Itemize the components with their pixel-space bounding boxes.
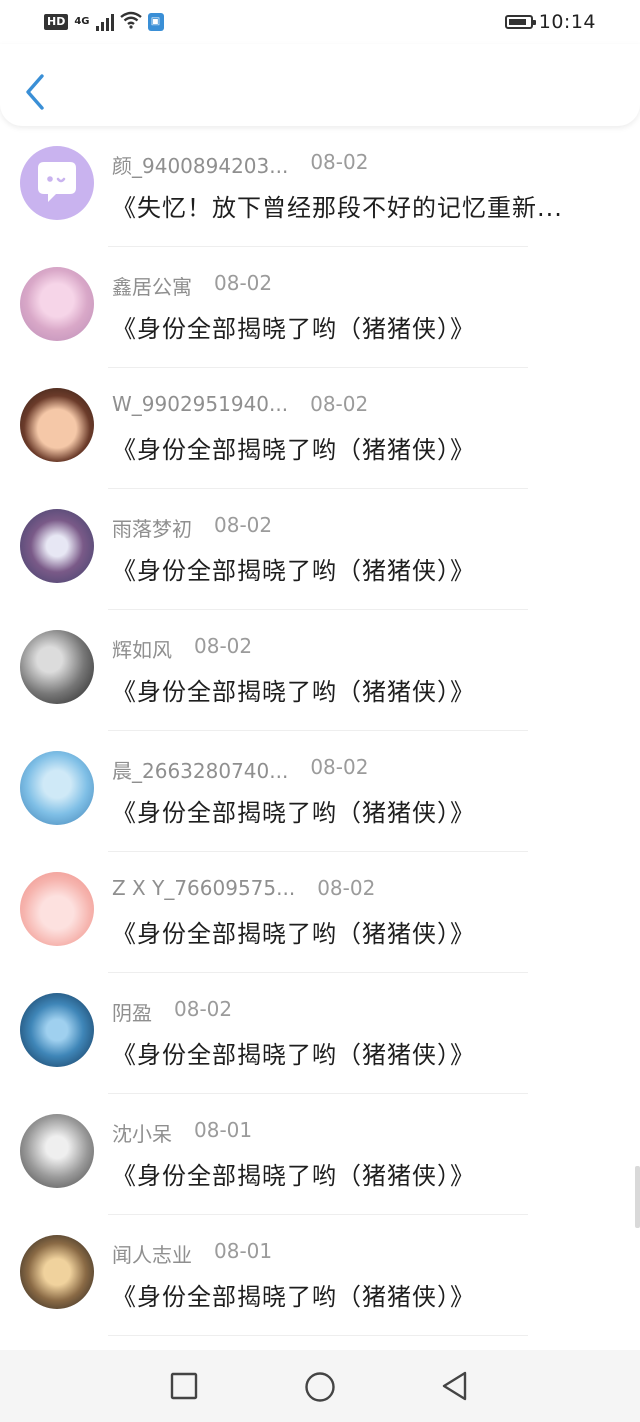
item-meta: 辉如风 08-02	[112, 634, 253, 663]
circle-home-icon	[305, 1372, 335, 1402]
avatar[interactable]	[20, 1114, 94, 1188]
vpn-icon: ▣	[147, 13, 164, 31]
status-left: HD 4G ▣	[44, 11, 164, 33]
item-meta: 闻人志业 08-01	[112, 1239, 273, 1268]
item-title[interactable]: 《身份全部揭晓了哟（猪猪侠）》	[112, 793, 602, 828]
item-meta: 晨_2663280740... 08-02	[112, 755, 369, 784]
status-bar: HD 4G ▣ 10:14	[0, 0, 640, 44]
avatar[interactable]	[20, 146, 94, 220]
avatar[interactable]	[20, 509, 94, 583]
user-name[interactable]: 雨落梦初	[112, 513, 192, 542]
item-meta: 阴盈 08-02	[112, 997, 233, 1026]
divider	[108, 1335, 528, 1336]
item-title[interactable]: 《身份全部揭晓了哟（猪猪侠）》	[112, 1277, 602, 1312]
avatar[interactable]	[20, 388, 94, 462]
user-name[interactable]: 鑫居公寓	[112, 271, 192, 300]
item-title[interactable]: 《身份全部揭晓了哟（猪猪侠）》	[112, 309, 602, 344]
user-name[interactable]: 晨_2663280740...	[112, 755, 288, 784]
square-recent-apps-icon	[170, 1372, 198, 1400]
item-title[interactable]: 《身份全部揭晓了哟（猪猪侠）》	[112, 914, 602, 949]
post-date: 08-02	[214, 271, 273, 295]
post-date: 08-02	[310, 150, 369, 174]
user-name[interactable]: Z X Y_76609575...	[112, 876, 295, 900]
post-date: 08-02	[174, 997, 233, 1021]
list-item[interactable]: W_9902951940... 08-02 《身份全部揭晓了哟（猪猪侠）》	[0, 368, 640, 489]
list-item[interactable]: 辉如风 08-02 《身份全部揭晓了哟（猪猪侠）》	[0, 610, 640, 731]
list-item[interactable]: 颜_9400894203... 08-02 《失忆！放下曾经那段不好的记忆重新...	[0, 126, 640, 247]
nav-back-button[interactable]	[438, 1370, 470, 1402]
post-date: 08-02	[214, 513, 273, 537]
status-time: 10:14	[538, 11, 596, 33]
signal-icon	[95, 13, 114, 31]
item-meta: Z X Y_76609575... 08-02	[112, 876, 375, 902]
list-item[interactable]: 鑫居公寓 08-02 《身份全部揭晓了哟（猪猪侠）》	[0, 247, 640, 368]
top-app-bar	[0, 44, 640, 126]
post-date: 08-02	[310, 392, 369, 416]
network-type: 4G	[74, 16, 90, 27]
item-meta: W_9902951940... 08-02	[112, 392, 368, 418]
avatar[interactable]	[20, 630, 94, 704]
avatar[interactable]	[20, 751, 94, 825]
list-item[interactable]: Z X Y_76609575... 08-02 《身份全部揭晓了哟（猪猪侠）》	[0, 852, 640, 973]
user-name[interactable]: 闻人志业	[112, 1239, 192, 1268]
list-item[interactable]: 晨_2663280740... 08-02 《身份全部揭晓了哟（猪猪侠）》	[0, 731, 640, 852]
list-item[interactable]: 阴盈 08-02 《身份全部揭晓了哟（猪猪侠）》	[0, 973, 640, 1094]
status-right: 10:14	[504, 11, 596, 33]
user-name[interactable]: 沈小呆	[112, 1118, 172, 1147]
home-button[interactable]	[303, 1370, 335, 1402]
avatar[interactable]	[20, 267, 94, 341]
user-name[interactable]: 颜_9400894203...	[112, 150, 288, 179]
avatar[interactable]	[20, 1235, 94, 1309]
post-date: 08-02	[317, 876, 376, 900]
wifi-icon	[119, 11, 142, 33]
post-date: 08-02	[310, 755, 369, 779]
item-title[interactable]: 《身份全部揭晓了哟（猪猪侠）》	[112, 430, 602, 465]
item-meta: 沈小呆 08-01	[112, 1118, 253, 1147]
back-button[interactable]	[22, 72, 50, 112]
item-meta: 雨落梦初 08-02	[112, 513, 273, 542]
chat-bubble-icon	[38, 162, 76, 202]
battery-icon	[504, 15, 536, 29]
system-nav-bar	[0, 1350, 640, 1422]
avatar[interactable]	[20, 872, 94, 946]
item-title[interactable]: 《身份全部揭晓了哟（猪猪侠）》	[112, 1035, 602, 1070]
message-list: 颜_9400894203... 08-02 《失忆！放下曾经那段不好的记忆重新...…	[0, 126, 640, 1350]
post-date: 08-02	[194, 634, 253, 658]
item-title[interactable]: 《身份全部揭晓了哟（猪猪侠）》	[112, 551, 602, 586]
list-item[interactable]: 闻人志业 08-01 《身份全部揭晓了哟（猪猪侠）》	[0, 1215, 640, 1336]
user-name[interactable]: W_9902951940...	[112, 392, 288, 416]
post-date: 08-01	[214, 1239, 273, 1263]
list-item[interactable]: 雨落梦初 08-02 《身份全部揭晓了哟（猪猪侠）》	[0, 489, 640, 610]
item-meta: 颜_9400894203... 08-02	[112, 150, 369, 179]
avatar[interactable]	[20, 993, 94, 1067]
item-title[interactable]: 《失忆！放下曾经那段不好的记忆重新...	[112, 188, 602, 223]
battery-fill	[508, 19, 526, 25]
item-title[interactable]: 《身份全部揭晓了哟（猪猪侠）》	[112, 1156, 602, 1191]
triangle-back-icon	[442, 1371, 467, 1401]
chevron-left-icon	[26, 74, 44, 110]
user-name[interactable]: 辉如风	[112, 634, 172, 663]
hd-badge: HD	[44, 14, 69, 30]
post-date: 08-01	[194, 1118, 253, 1142]
scrollbar-thumb[interactable]	[635, 1166, 640, 1228]
user-name[interactable]: 阴盈	[112, 997, 152, 1026]
item-meta: 鑫居公寓 08-02	[112, 271, 273, 300]
recent-apps-button[interactable]	[168, 1370, 200, 1402]
item-title[interactable]: 《身份全部揭晓了哟（猪猪侠）》	[112, 672, 602, 707]
list-item[interactable]: 沈小呆 08-01 《身份全部揭晓了哟（猪猪侠）》	[0, 1094, 640, 1215]
